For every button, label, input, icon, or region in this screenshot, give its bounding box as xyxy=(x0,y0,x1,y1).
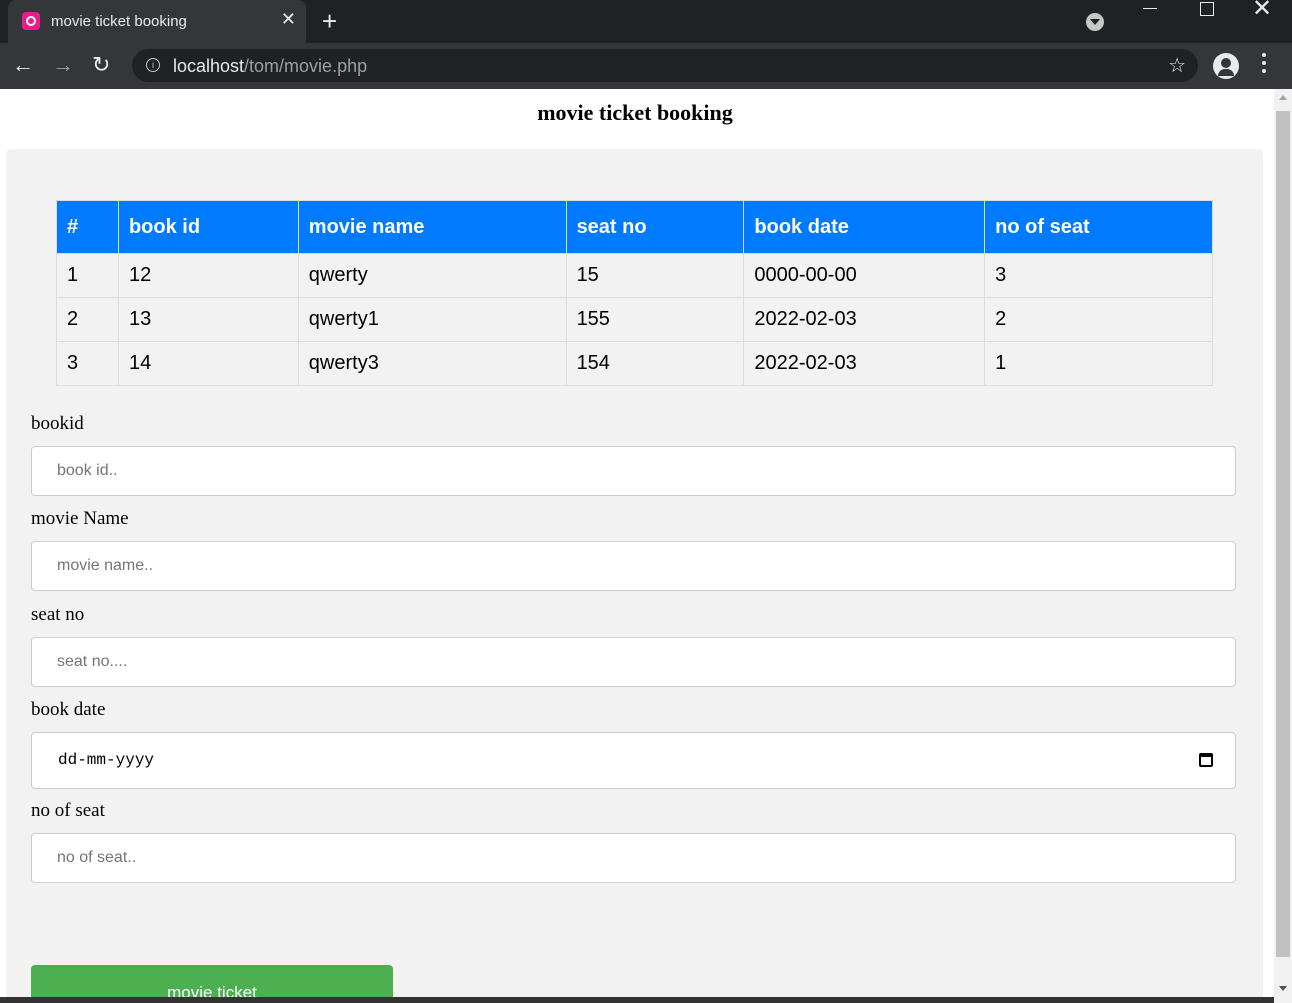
table-cell: 1 xyxy=(56,253,119,298)
browser-toolbar: ← → ↻ i localhost/tom/movie.php ☆ xyxy=(0,43,1292,89)
table-cell: 2022-02-03 xyxy=(743,341,986,386)
url-path: /tom/movie.php xyxy=(244,56,368,76)
no-of-seat-label: no of seat xyxy=(31,800,105,821)
no-of-seat-input[interactable] xyxy=(31,833,1236,883)
minimize-button[interactable] xyxy=(1143,8,1157,9)
table-header-cell: book date xyxy=(743,200,986,254)
book-date-label: book date xyxy=(31,699,106,720)
calendar-icon[interactable] xyxy=(1199,753,1213,767)
bookid-input[interactable] xyxy=(31,446,1236,496)
bookid-label: bookid xyxy=(31,413,84,434)
back-button[interactable]: ← xyxy=(12,52,34,78)
taskbar-edge xyxy=(0,997,1274,1003)
table-cell: 3 xyxy=(984,253,1213,298)
table-header-cell: no of seat xyxy=(984,200,1213,254)
page-content: movie ticket booking # book id movie nam… xyxy=(0,89,1274,1003)
profile-avatar-icon[interactable] xyxy=(1213,53,1239,79)
bookings-table: # book id movie name seat no book date n… xyxy=(56,200,1213,386)
table-row: 2 13 qwerty1 155 2022-02-03 2 xyxy=(56,297,1213,342)
reload-button[interactable]: ↻ xyxy=(92,52,110,78)
bookmark-star-icon[interactable]: ☆ xyxy=(1168,53,1186,78)
table-cell: qwerty1 xyxy=(297,297,567,342)
table-cell: 3 xyxy=(56,341,119,386)
browser-titlebar: movie ticket booking ✕ + ✕ xyxy=(0,0,1292,43)
table-header-cell: movie name xyxy=(297,200,567,254)
window-close-button[interactable]: ✕ xyxy=(1252,0,1272,23)
table-cell: 15 xyxy=(565,253,745,298)
table-cell: 2022-02-03 xyxy=(743,297,986,342)
tab-search-icon[interactable] xyxy=(1086,13,1104,31)
forward-button[interactable]: → xyxy=(52,52,74,78)
table-header-cell: # xyxy=(56,200,119,254)
table-header-cell: book id xyxy=(117,200,299,254)
browser-menu-icon[interactable] xyxy=(1262,53,1268,77)
scroll-up-arrow-icon[interactable] xyxy=(1279,95,1287,100)
table-cell: 155 xyxy=(565,297,745,342)
book-date-input[interactable]: dd-mm-yyyy xyxy=(31,732,1236,789)
scroll-down-arrow-icon[interactable] xyxy=(1279,986,1287,991)
page-title: movie ticket booking xyxy=(537,100,733,125)
movie-name-label: movie Name xyxy=(31,508,129,529)
date-placeholder: dd-mm-yyyy xyxy=(58,751,155,769)
tab-close-icon[interactable]: ✕ xyxy=(281,9,296,30)
table-cell: 14 xyxy=(117,341,299,386)
table-cell: 1 xyxy=(984,341,1213,386)
table-header-row: # book id movie name seat no book date n… xyxy=(56,200,1213,254)
new-tab-button[interactable]: + xyxy=(322,6,337,37)
booking-panel: # book id movie name seat no book date n… xyxy=(6,149,1263,1003)
table-cell: 12 xyxy=(117,253,299,298)
table-cell: 2 xyxy=(984,297,1213,342)
scroll-thumb[interactable] xyxy=(1276,111,1290,957)
table-header-cell: seat no xyxy=(565,200,745,254)
url-host: localhost xyxy=(173,56,245,76)
table-cell: 0000-00-00 xyxy=(743,253,986,298)
page-scrollbar[interactable] xyxy=(1274,89,1292,1003)
url-text[interactable]: localhost/tom/movie.php xyxy=(173,56,367,77)
table-row: 3 14 qwerty3 154 2022-02-03 1 xyxy=(56,341,1213,386)
table-cell: 2 xyxy=(56,297,119,342)
maximize-button[interactable] xyxy=(1200,2,1214,16)
info-icon[interactable]: i xyxy=(146,58,160,72)
seat-no-input[interactable] xyxy=(31,637,1236,687)
table-cell: 154 xyxy=(565,341,745,386)
movie-name-input[interactable] xyxy=(31,541,1236,591)
table-cell: qwerty xyxy=(297,253,567,298)
favicon-icon xyxy=(22,12,40,30)
address-bar[interactable]: i localhost/tom/movie.php ☆ xyxy=(132,49,1198,82)
table-cell: qwerty3 xyxy=(297,341,567,386)
browser-tab[interactable]: movie ticket booking ✕ xyxy=(8,0,306,43)
tab-title: movie ticket booking xyxy=(51,13,187,30)
seat-no-label: seat no xyxy=(31,604,85,625)
table-row: 1 12 qwerty 15 0000-00-00 3 xyxy=(56,253,1213,298)
table-cell: 13 xyxy=(117,297,299,342)
